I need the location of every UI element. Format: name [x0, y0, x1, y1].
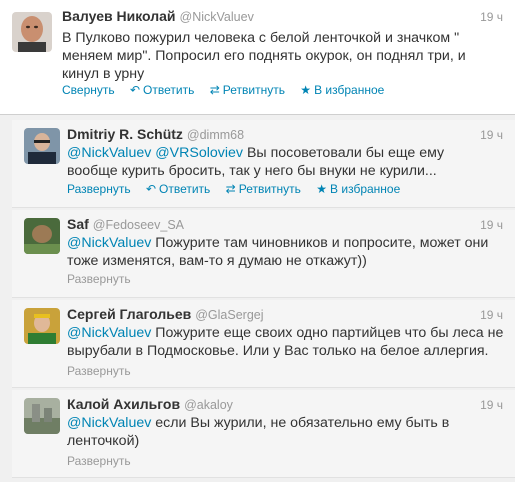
tweet-text: @NickValuev Пожурите там чиновников и по…: [67, 234, 497, 270]
expand-button[interactable]: Развернуть: [67, 364, 131, 378]
mention-link[interactable]: @VRSoloviev: [155, 145, 243, 161]
expand-button[interactable]: Развернуть: [67, 182, 131, 196]
timestamp[interactable]: 19 ч: [480, 10, 503, 24]
username[interactable]: @GlaSergej: [195, 308, 263, 322]
tweet-actions: Развернуть: [67, 272, 143, 286]
mention-link[interactable]: @NickValuev: [67, 415, 151, 431]
reply-arrow-icon: ↶: [145, 182, 157, 196]
reply-arrow-icon: ↶: [129, 83, 141, 97]
fullname[interactable]: Dmitriy R. Schütz: [67, 126, 183, 142]
username[interactable]: @Fedoseev_SA: [93, 218, 184, 232]
reply-tweet[interactable]: Калой Ахильгов @akaloy 19 ч @NickValuev е…: [12, 390, 515, 478]
expand-button[interactable]: Развернуть: [67, 454, 131, 468]
favorite-label: В избранное: [330, 182, 401, 196]
tweet-actions: Развернуть: [67, 364, 143, 378]
avatar[interactable]: [24, 218, 60, 254]
tweet-text: В Пулково пожурил человека с белой ленто…: [62, 30, 466, 82]
reply-tweet[interactable]: Saf @Fedoseev_SA 19 ч @NickValuev Пожурит…: [12, 210, 515, 298]
fullname[interactable]: Валуев Николай: [62, 8, 176, 24]
reply-label: Ответить: [143, 83, 195, 97]
timestamp[interactable]: 19 ч: [480, 308, 503, 322]
retweet-label: Ретвитнуть: [222, 83, 285, 97]
main-tweet[interactable]: Валуев Николай @NickValuev 19 ч В Пулково…: [0, 0, 515, 115]
favorite-button[interactable]: ★ В избранное: [300, 83, 384, 97]
star-icon: ★: [316, 182, 328, 196]
username[interactable]: @dimm68: [187, 128, 244, 142]
reply-tweet[interactable]: Dmitriy R. Schütz @dimm68 19 ч @NickValue…: [12, 120, 515, 208]
star-icon: ★: [300, 83, 312, 97]
reply-button[interactable]: ↶ Ответить: [146, 182, 210, 196]
avatar[interactable]: [24, 308, 60, 344]
avatar[interactable]: [24, 128, 60, 164]
mention-link[interactable]: @NickValuev: [67, 145, 151, 161]
expand-button[interactable]: Развернуть: [67, 272, 131, 286]
favorite-button[interactable]: ★ В избранное: [316, 182, 400, 196]
tweet-header: Dmitriy R. Schütz @dimm68: [67, 126, 244, 142]
fullname[interactable]: Сергей Глагольев: [67, 306, 191, 322]
retweet-icon: ⇄: [225, 182, 236, 196]
tweet-actions: Развернуть: [67, 454, 143, 468]
tweet-text: @NickValuev Пожурите еще своих одно парт…: [67, 324, 507, 360]
tweet-text: @NickValuev @VRSoloviev Вы посоветовали …: [67, 144, 497, 180]
fullname[interactable]: Калой Ахильгов: [67, 396, 180, 412]
tweet-actions: Свернуть ↶ Ответить ⇄ Ретвитнуть ★ В избран…: [62, 83, 396, 97]
reply-button[interactable]: ↶ Ответить: [130, 83, 194, 97]
tweet-header: Калой Ахильгов @akaloy: [67, 396, 233, 412]
retweet-icon: ⇄: [209, 83, 220, 97]
fullname[interactable]: Saf: [67, 216, 89, 232]
reply-tweet[interactable]: Сергей Глагольев @GlaSergej 19 ч @NickVal…: [12, 300, 515, 388]
timestamp[interactable]: 19 ч: [480, 128, 503, 142]
tweet-header: Saf @Fedoseev_SA: [67, 216, 184, 232]
mention-link[interactable]: @NickValuev: [67, 235, 151, 251]
username[interactable]: @NickValuev: [180, 10, 254, 24]
timestamp[interactable]: 19 ч: [480, 398, 503, 412]
tweet-header: Сергей Глагольев @GlaSergej: [67, 306, 264, 322]
retweet-button[interactable]: ⇄ Ретвитнуть: [226, 182, 301, 196]
tweet-text: @NickValuev если Вы журили, не обязатель…: [67, 414, 467, 450]
username[interactable]: @akaloy: [184, 398, 233, 412]
mention-link[interactable]: @NickValuev: [67, 325, 151, 341]
tweet-actions: Развернуть ↶ Ответить ⇄ Ретвитнуть ★ В избр…: [67, 182, 412, 196]
tweet-header: Валуев Николай @NickValuev: [62, 8, 254, 24]
retweet-label: Ретвитнуть: [238, 182, 301, 196]
avatar[interactable]: [24, 398, 60, 434]
avatar[interactable]: [12, 12, 52, 52]
timestamp[interactable]: 19 ч: [480, 218, 503, 232]
collapse-button[interactable]: Свернуть: [62, 83, 115, 97]
retweet-button[interactable]: ⇄ Ретвитнуть: [210, 83, 285, 97]
reply-label: Ответить: [159, 182, 211, 196]
favorite-label: В избранное: [314, 83, 385, 97]
